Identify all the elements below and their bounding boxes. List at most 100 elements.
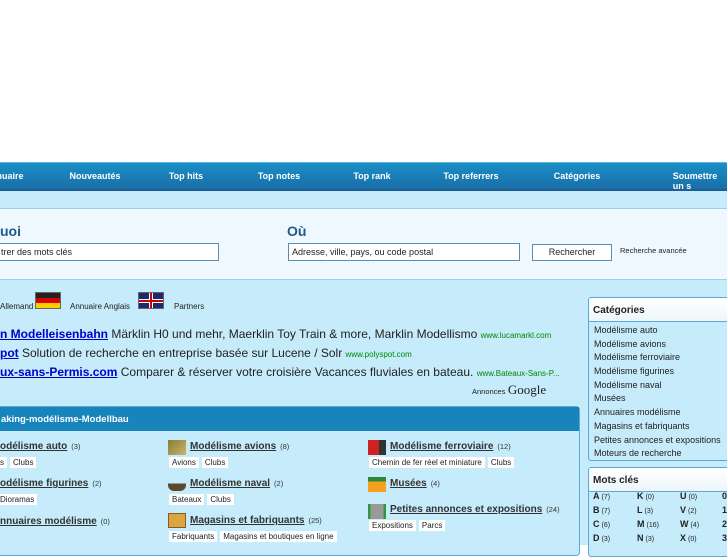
category-count: (8) bbox=[280, 442, 290, 451]
tag[interactable]: Avions bbox=[169, 457, 199, 468]
keyword-letter-link[interactable]: 2 bbox=[722, 519, 727, 529]
sidebar-category-link[interactable]: Annuaires modélisme bbox=[589, 406, 727, 420]
keyword-letter-link[interactable]: K (0) bbox=[637, 491, 654, 501]
keyword-letter-link[interactable]: X (0) bbox=[680, 533, 697, 543]
tag[interactable]: Parcs bbox=[418, 520, 446, 531]
sidebar-category-link[interactable]: Modélisme auto bbox=[589, 324, 727, 338]
category-count: (2) bbox=[274, 479, 284, 488]
ad-url[interactable]: www.Bateaux-Sans-P... bbox=[477, 369, 560, 378]
keyword-letter-link[interactable]: A (7) bbox=[593, 491, 610, 501]
keyword-count: (0) bbox=[645, 494, 655, 501]
category-item: Petites annonces et expositions (24) bbox=[390, 504, 560, 515]
sidebar-keywords-title: Mots clés bbox=[589, 468, 727, 492]
category-panel-title: aking-modélisme-Modellbau bbox=[0, 407, 579, 431]
ad-text: Märklin H0 und mehr, Maerklin Toy Train … bbox=[111, 327, 478, 341]
ship-icon bbox=[168, 476, 186, 491]
keyword-letter: L bbox=[637, 505, 643, 515]
tag[interactable]: Magasins et boutiques en ligne bbox=[220, 531, 337, 542]
keyword-count: (0) bbox=[688, 494, 698, 501]
sidebar-category-link[interactable]: Petites annonces et expositions bbox=[589, 434, 727, 448]
category-link[interactable]: nnuaires modélisme bbox=[0, 516, 97, 527]
tag[interactable]: Dioramas bbox=[0, 494, 38, 505]
category-item: Musées (4) bbox=[390, 478, 440, 489]
tag[interactable]: Expositions bbox=[369, 520, 416, 531]
nav-submit[interactable]: Soumettre un s bbox=[673, 171, 718, 191]
category-link[interactable]: odélisme auto bbox=[0, 441, 67, 452]
keyword-letter-link[interactable]: V (2) bbox=[680, 505, 697, 515]
category-link[interactable]: Modélisme avions bbox=[190, 441, 276, 452]
nav-nouveautes[interactable]: Nouveautés bbox=[69, 171, 120, 181]
shop-icon bbox=[168, 513, 186, 528]
keyword-count: (0) bbox=[688, 536, 697, 543]
keyword-letter-link[interactable]: D (3) bbox=[593, 533, 610, 543]
keyword-letter: 0 bbox=[722, 491, 727, 501]
category-count: (3) bbox=[71, 442, 81, 451]
english-link[interactable]: Annuaire Anglais bbox=[70, 302, 130, 311]
tag[interactable]: Chemin de fer réel et miniature bbox=[369, 457, 485, 468]
category-link[interactable]: Petites annonces et expositions bbox=[390, 504, 542, 515]
where-input[interactable]: Adresse, ville, pays, ou code postal bbox=[288, 243, 520, 261]
museum-icon bbox=[368, 477, 386, 492]
category-link[interactable]: odélisme figurines bbox=[0, 478, 88, 489]
sidebar-category-link[interactable]: Moteurs de recherche bbox=[589, 447, 727, 460]
german-flag-icon[interactable] bbox=[35, 292, 61, 309]
ad-title[interactable]: ux-sans-Permis.com bbox=[0, 365, 117, 379]
ad-item: pot Solution de recherche en entreprise … bbox=[0, 346, 412, 360]
keyword-letter-link[interactable]: W (4) bbox=[680, 519, 699, 529]
ad-url[interactable]: www.lucamarkl.com bbox=[481, 331, 552, 340]
keyword-letter-link[interactable]: L (3) bbox=[637, 505, 653, 515]
german-link[interactable]: Allemand bbox=[0, 302, 33, 311]
keyword-count: (7) bbox=[601, 494, 611, 501]
sidebar-category-link[interactable]: Musées bbox=[589, 392, 727, 406]
nav-categories[interactable]: Catégories bbox=[554, 171, 601, 181]
sidebar-category-link[interactable]: Modélisme naval bbox=[589, 379, 727, 393]
keyword-letter-link[interactable]: 0 bbox=[722, 491, 727, 501]
ad-url[interactable]: www.polyspot.com bbox=[346, 350, 412, 359]
nav-top-notes[interactable]: Top notes bbox=[258, 171, 300, 181]
exhibition-icon bbox=[368, 504, 386, 519]
keyword-letter-link[interactable]: 3 bbox=[722, 533, 727, 543]
keyword-letter-link[interactable]: 1 bbox=[722, 505, 727, 515]
keyword-count: (3) bbox=[645, 536, 655, 543]
tag[interactable]: Clubs bbox=[487, 457, 515, 468]
advanced-search-link[interactable]: Recherche avancée bbox=[620, 246, 687, 255]
google-logo: Google bbox=[507, 382, 547, 397]
nav-top-rank[interactable]: Top rank bbox=[353, 171, 390, 181]
category-link[interactable]: Modélisme ferroviaire bbox=[390, 441, 493, 452]
keyword-letter: 1 bbox=[722, 505, 727, 515]
uk-flag-icon[interactable] bbox=[138, 292, 164, 309]
ad-title[interactable]: pot bbox=[0, 346, 19, 360]
keyword-letter-link[interactable]: N (3) bbox=[637, 533, 654, 543]
keyword-count: (4) bbox=[690, 522, 700, 529]
keyword-letter: 2 bbox=[722, 519, 727, 529]
sidebar-category-link[interactable]: Magasins et fabriquants bbox=[589, 420, 727, 434]
category-link[interactable]: Modélisme naval bbox=[190, 478, 270, 489]
sidebar-category-link[interactable]: Modélisme ferroviaire bbox=[589, 351, 727, 365]
tag[interactable]: Clubs bbox=[207, 494, 234, 505]
tag[interactable]: Clubs bbox=[201, 457, 229, 468]
category-count: (12) bbox=[497, 442, 511, 451]
keyword-letter-link[interactable]: M (16) bbox=[637, 519, 659, 529]
what-input[interactable]: trer des mots clés bbox=[0, 243, 219, 261]
keyword-letter-link[interactable]: C (6) bbox=[593, 519, 610, 529]
partners-link[interactable]: Partners bbox=[174, 302, 204, 311]
tag[interactable]: s bbox=[0, 457, 7, 468]
sidebar-category-link[interactable]: Modélisme avions bbox=[589, 338, 727, 352]
keyword-letter-link[interactable]: U (0) bbox=[680, 491, 697, 501]
keyword-count: (3) bbox=[644, 508, 654, 515]
tag[interactable]: Bateaux bbox=[169, 494, 205, 505]
category-link[interactable]: Magasins et fabriquants bbox=[190, 515, 304, 526]
category-link[interactable]: Musées bbox=[390, 478, 427, 489]
keyword-letter-link[interactable]: B (7) bbox=[593, 505, 610, 515]
nav-top-referrers[interactable]: Top referrers bbox=[443, 171, 498, 181]
nav-annuaire[interactable]: nuaire bbox=[0, 171, 24, 181]
ad-title[interactable]: n Modelleisenbahn bbox=[0, 327, 108, 341]
ads-by-google[interactable]: Annonces Google bbox=[472, 382, 546, 398]
nav-top-hits[interactable]: Top hits bbox=[169, 171, 203, 181]
keyword-letter: 3 bbox=[722, 533, 727, 543]
keyword-letter: A bbox=[593, 491, 600, 501]
search-button[interactable]: Rechercher bbox=[532, 244, 612, 261]
tag[interactable]: Clubs bbox=[10, 457, 37, 468]
sidebar-category-link[interactable]: Modélisme figurines bbox=[589, 365, 727, 379]
tag[interactable]: Fabriquants bbox=[169, 531, 218, 542]
